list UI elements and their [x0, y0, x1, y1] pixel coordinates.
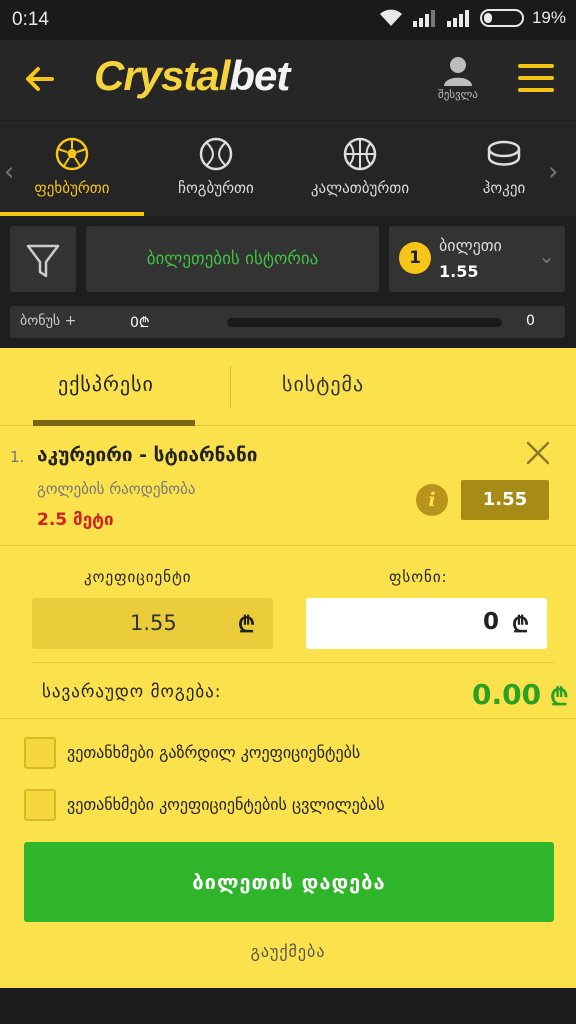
- sports-tabs: ‹ ფეხბურთი ჩოგბურთი კალათბურთი ჰოკეი ›: [0, 121, 576, 216]
- option-label: ვეთანხმები კოეფიციენტების ცვლილებას: [67, 795, 385, 814]
- ticket-dropdown[interactable]: 1 ბილეთი 1.55 ⌄: [389, 226, 565, 292]
- close-icon[interactable]: [525, 440, 551, 466]
- bonus-bar: ბონუს + 0₾ 0: [10, 306, 565, 338]
- ticket-count-badge: 1: [399, 242, 431, 274]
- user-icon: [444, 57, 472, 86]
- status-bar: 0:14 19%: [0, 0, 576, 40]
- status-icons: 19%: [378, 8, 566, 28]
- chevron-right-icon[interactable]: ›: [548, 157, 558, 187]
- bet-index: 1.: [10, 448, 25, 466]
- battery-icon: [479, 9, 524, 27]
- tab-separator: [230, 366, 231, 408]
- cancel-button[interactable]: გაუქმება: [0, 942, 576, 961]
- bet-pick: 2.5 მეტი: [37, 510, 114, 530]
- option-label: ვეთანხმები გაზრდილ კოეფიციენტებს: [67, 743, 361, 762]
- lari-icon: ₾: [550, 683, 569, 711]
- ticket-history-button[interactable]: ბილეთების ისტორია: [86, 226, 379, 292]
- login-label: შესვლა: [438, 88, 478, 101]
- bonus-progress-track: [227, 318, 502, 327]
- tab-label: ჩოგბურთი: [178, 179, 254, 197]
- stake-label: ფსონი:: [389, 568, 448, 586]
- battery-percent: 19%: [531, 8, 566, 27]
- tab-label: კალათბურთი: [310, 179, 410, 197]
- divider: [33, 662, 554, 663]
- soccer-ball-icon: [55, 137, 89, 171]
- tab-basketball[interactable]: კალათბურთი: [288, 121, 432, 216]
- tab-football[interactable]: ფეხბურთი: [0, 121, 144, 216]
- bonus-value: 0₾: [130, 315, 150, 331]
- bet-item: 1. აკურეირი - სტიარნანი გოლების რაოდენობ…: [0, 426, 576, 546]
- tab-system[interactable]: სისტემა: [282, 372, 364, 396]
- betslip-tabs: ექსპრესი სისტემა: [0, 348, 576, 426]
- tab-tennis[interactable]: ჩოგბურთი: [144, 121, 288, 216]
- login-button[interactable]: შესვლა: [430, 56, 486, 101]
- ticket-bar: ბილეთების ისტორია 1 ბილეთი 1.55 ⌄ ბონუს …: [0, 216, 576, 348]
- ticket-history-label: ბილეთების ისტორია: [146, 249, 319, 269]
- possible-win-value: 0.00: [472, 678, 542, 711]
- tennis-ball-icon: [199, 137, 233, 171]
- ticket-label: ბილეთი: [439, 236, 502, 255]
- stake-input[interactable]: 0 ₾: [306, 598, 547, 649]
- back-arrow-icon[interactable]: [22, 62, 56, 96]
- coef-value: 1.55: [130, 611, 177, 635]
- bet-match: აკურეირი - სტიარნანი: [37, 444, 258, 466]
- ticket-value: 1.55: [439, 262, 479, 281]
- app-header: Crystalbet შესვლა: [0, 40, 576, 120]
- bonus-label: ბონუს +: [20, 313, 77, 329]
- coef-label: კოეფიციენტი: [84, 568, 192, 586]
- wifi-icon: [379, 9, 402, 26]
- place-bet-button[interactable]: ბილეთის დადება: [24, 842, 554, 922]
- hockey-puck-icon: [487, 140, 521, 166]
- logo-crystal: Crystal: [94, 52, 230, 99]
- tab-express[interactable]: ექსპრესი: [58, 372, 154, 396]
- bet-market: გოლების რაოდენობა: [37, 480, 196, 498]
- stake-value: 0: [482, 609, 499, 635]
- tab-label: ჰოკეი: [482, 179, 526, 197]
- checkbox[interactable]: [24, 737, 56, 769]
- chevron-down-icon: ⌄: [538, 244, 555, 268]
- options: ვეთანხმები გაზრდილ კოეფიციენტებს ვეთანხმ…: [0, 718, 576, 821]
- possible-win-label: სავარაუდო მოგება:: [42, 682, 222, 702]
- logo-bet: bet: [229, 52, 290, 99]
- lari-icon: ₾: [238, 613, 255, 638]
- lari-icon: ₾: [512, 613, 529, 638]
- signal-icon: [412, 10, 435, 27]
- coef-field: 1.55 ₾: [32, 598, 273, 649]
- checkbox[interactable]: [24, 789, 56, 821]
- bet-odd: 1.55: [461, 480, 549, 520]
- filter-button[interactable]: [10, 226, 76, 292]
- bottom-bar: [0, 988, 576, 1024]
- stake-section: კოეფიციენტი ფსონი: 1.55 ₾ 0 ₾ სავარაუდო …: [0, 546, 576, 718]
- basketball-icon: [343, 137, 377, 171]
- tab-label: ფეხბურთი: [34, 179, 110, 197]
- bonus-right-value: 0: [526, 313, 535, 329]
- info-icon[interactable]: i: [416, 484, 448, 516]
- logo[interactable]: Crystalbet: [94, 52, 290, 100]
- status-time: 0:14: [12, 9, 49, 30]
- menu-icon[interactable]: [518, 64, 554, 94]
- signal-icon-2: [446, 10, 469, 27]
- betslip-panel: ექსპრესი სისტემა 1. აკურეირი - სტიარნანი…: [0, 348, 576, 988]
- filter-icon: [26, 244, 60, 278]
